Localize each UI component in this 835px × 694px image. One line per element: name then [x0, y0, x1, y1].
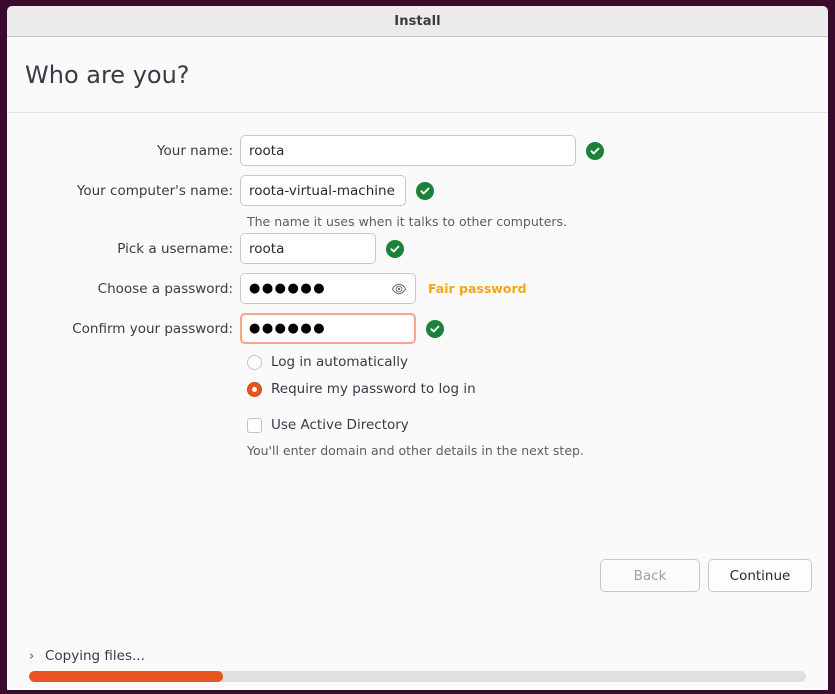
- form-row-your-name: Your name: roota: [7, 135, 604, 166]
- checkbox-square-icon: [247, 417, 262, 433]
- username-value: roota: [249, 240, 285, 257]
- status-message: Copying files...: [45, 648, 145, 664]
- computer-name-value: roota-virtual-machine: [249, 182, 395, 199]
- radio-log-in-automatically[interactable]: Log in automatically: [247, 354, 408, 370]
- page-title: Who are you?: [25, 61, 190, 89]
- form-row-password: Choose a password: ●●●●●● Fair password: [7, 273, 527, 304]
- form-row-computer-name: Your computer's name: roota-virtual-mach…: [7, 175, 434, 206]
- install-progress-fill: [29, 671, 224, 682]
- computer-name-hint: The name it uses when it talks to other …: [247, 214, 568, 229]
- status-message-row[interactable]: › Copying files...: [7, 648, 828, 671]
- form-row-confirm-password: Confirm your password: ●●●●●●: [7, 313, 444, 344]
- username-check-circle-icon: [386, 239, 404, 258]
- password-strength-label: Fair password: [428, 281, 527, 296]
- use-active-directory-label: Use Active Directory: [271, 417, 409, 433]
- username-label: Pick a username:: [117, 240, 233, 257]
- continue-button-label: Continue: [729, 567, 791, 584]
- window-titlebar: Install: [7, 6, 828, 37]
- install-window: Install Who are you? Your name: roota Yo…: [0, 0, 835, 694]
- confirm-password-label: Confirm your password:: [72, 320, 233, 337]
- your-name-label: Your name:: [157, 142, 233, 159]
- your-name-input[interactable]: roota: [240, 135, 576, 166]
- back-button[interactable]: Back: [600, 559, 700, 592]
- confirm-password-check-circle-icon: [426, 319, 444, 338]
- radio-circle-icon-require-password: [247, 381, 262, 397]
- page-header: Who are you?: [7, 37, 828, 113]
- username-input[interactable]: roota: [240, 233, 376, 264]
- computer-name-label: Your computer's name:: [76, 182, 233, 199]
- log-in-automatically-label: Log in automatically: [271, 354, 409, 370]
- your-name-value: roota: [249, 142, 285, 159]
- user-setup-form: Your name: roota Your computer's name: r…: [7, 113, 828, 648]
- confirm-password-input[interactable]: ●●●●●●: [240, 313, 416, 344]
- install-status-bar: › Copying files...: [7, 648, 828, 690]
- confirm-password-value: ●●●●●●: [249, 321, 327, 336]
- back-button-label: Back: [633, 567, 667, 584]
- password-value: ●●●●●●: [249, 281, 327, 296]
- continue-button[interactable]: Continue: [708, 559, 812, 592]
- form-row-username: Pick a username: roota: [7, 233, 404, 264]
- computer-name-check-circle-icon: [416, 181, 434, 200]
- password-label: Choose a password:: [97, 280, 233, 297]
- chevron-right-icon[interactable]: ›: [29, 650, 40, 663]
- install-progress-bar: [29, 671, 806, 682]
- require-password-label: Require my password to log in: [271, 381, 476, 397]
- computer-name-input[interactable]: roota-virtual-machine: [240, 175, 406, 206]
- window-body: Who are you? Your name: roota Your compu…: [7, 37, 828, 690]
- password-input[interactable]: ●●●●●●: [240, 273, 416, 304]
- window-title: Install: [394, 13, 441, 29]
- radio-require-password[interactable]: Require my password to log in: [247, 381, 476, 397]
- radio-circle-icon-auto-login: [247, 354, 262, 370]
- active-directory-hint: You'll enter domain and other details in…: [247, 443, 584, 458]
- your-name-check-circle-icon: [586, 141, 604, 160]
- eye-icon[interactable]: [391, 281, 407, 297]
- checkbox-use-active-directory[interactable]: Use Active Directory: [247, 417, 409, 433]
